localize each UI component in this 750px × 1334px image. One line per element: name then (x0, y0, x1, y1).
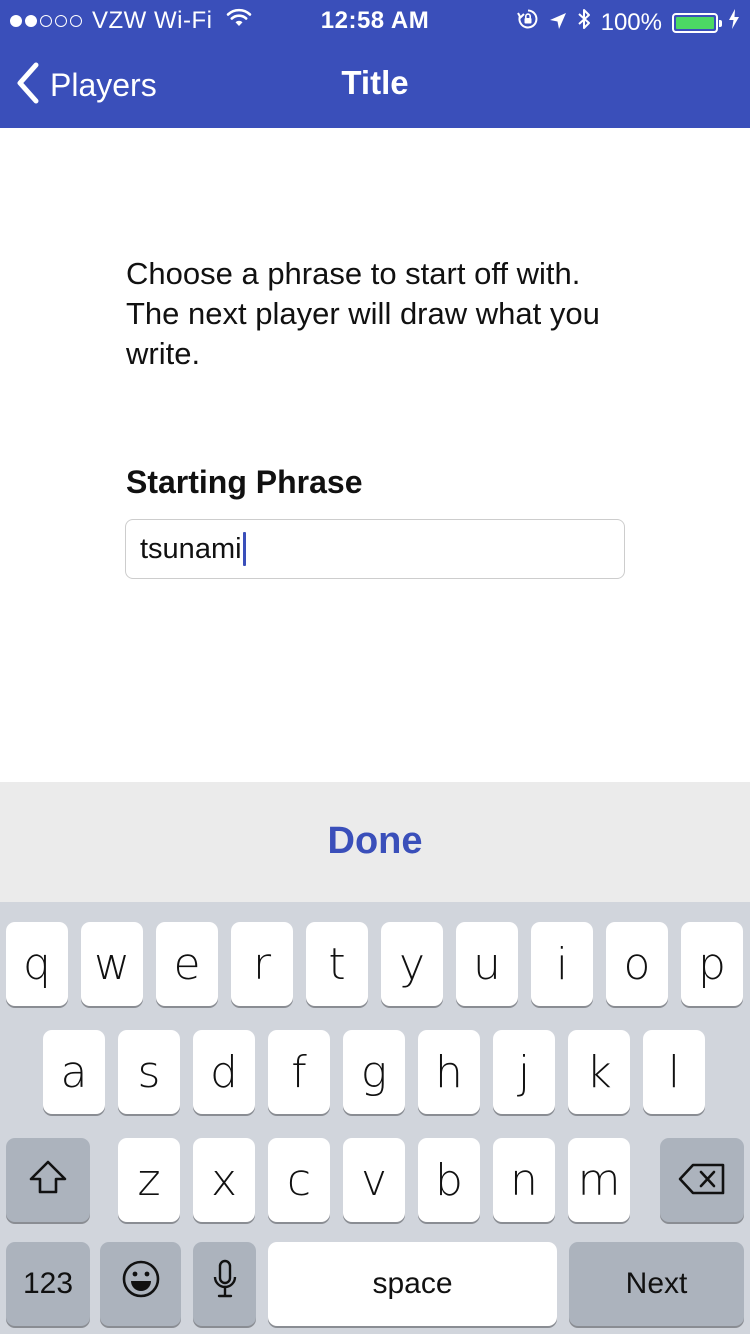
key-n[interactable]: n (493, 1138, 555, 1222)
key-m[interactable]: m (568, 1138, 630, 1222)
charging-bolt-icon (728, 8, 740, 37)
shift-key[interactable] (6, 1138, 90, 1222)
emoji-icon (121, 1259, 161, 1310)
delete-key[interactable] (660, 1138, 744, 1222)
microphone-icon (212, 1259, 238, 1310)
key-e[interactable]: e (156, 922, 218, 1006)
key-d[interactable]: d (193, 1030, 255, 1114)
bluetooth-icon (577, 7, 591, 38)
key-r[interactable]: r (231, 922, 293, 1006)
battery-icon (672, 12, 722, 33)
battery-percent: 100% (600, 8, 662, 36)
dictation-key[interactable] (193, 1242, 256, 1326)
key-b[interactable]: b (418, 1138, 480, 1222)
key-h[interactable]: h (418, 1030, 480, 1114)
backspace-icon (678, 1155, 726, 1206)
shift-icon (28, 1155, 68, 1206)
key-s[interactable]: s (118, 1030, 180, 1114)
navigation-header: VZW Wi-Fi 12:58 AM 100% Players Title (0, 0, 750, 128)
key-q[interactable]: q (6, 922, 68, 1006)
numbers-key[interactable]: 123 (6, 1242, 90, 1326)
rotation-lock-icon (516, 8, 539, 37)
location-arrow-icon (549, 9, 567, 37)
status-right: 100% (516, 7, 740, 38)
key-f[interactable]: f (268, 1030, 330, 1114)
next-key[interactable]: Next (569, 1242, 744, 1326)
key-v[interactable]: v (343, 1138, 405, 1222)
key-z[interactable]: z (118, 1138, 180, 1222)
emoji-key[interactable] (100, 1242, 181, 1326)
key-c[interactable]: c (268, 1138, 330, 1222)
instruction-text: Choose a phrase to start off with. The n… (126, 256, 600, 371)
space-key[interactable]: space (268, 1242, 557, 1326)
starting-phrase-label: Starting Phrase (126, 464, 363, 500)
text-cursor (242, 532, 246, 566)
key-i[interactable]: i (531, 922, 593, 1006)
key-x[interactable]: x (193, 1138, 255, 1222)
key-o[interactable]: o (606, 922, 668, 1006)
keyboard-accessory-bar: Done (0, 782, 750, 902)
key-k[interactable]: k (568, 1030, 630, 1114)
key-t[interactable]: t (306, 922, 368, 1006)
key-y[interactable]: y (381, 922, 443, 1006)
key-u[interactable]: u (456, 922, 518, 1006)
key-w[interactable]: w (81, 922, 143, 1006)
starting-phrase-input[interactable]: tsunami (125, 519, 625, 579)
key-p[interactable]: p (681, 922, 743, 1006)
keyboard: q w e r t y u i o p a s d f g h j k l z … (0, 902, 750, 1334)
page-title: Title (341, 64, 409, 101)
key-j[interactable]: j (493, 1030, 555, 1114)
done-button[interactable]: Done (0, 820, 750, 863)
key-l[interactable]: l (643, 1030, 705, 1114)
starting-phrase-value: tsunami (140, 532, 242, 565)
nav-bar: Players Title (0, 40, 750, 128)
status-bar: VZW Wi-Fi 12:58 AM 100% (0, 0, 750, 40)
key-g[interactable]: g (343, 1030, 405, 1114)
key-a[interactable]: a (43, 1030, 105, 1114)
